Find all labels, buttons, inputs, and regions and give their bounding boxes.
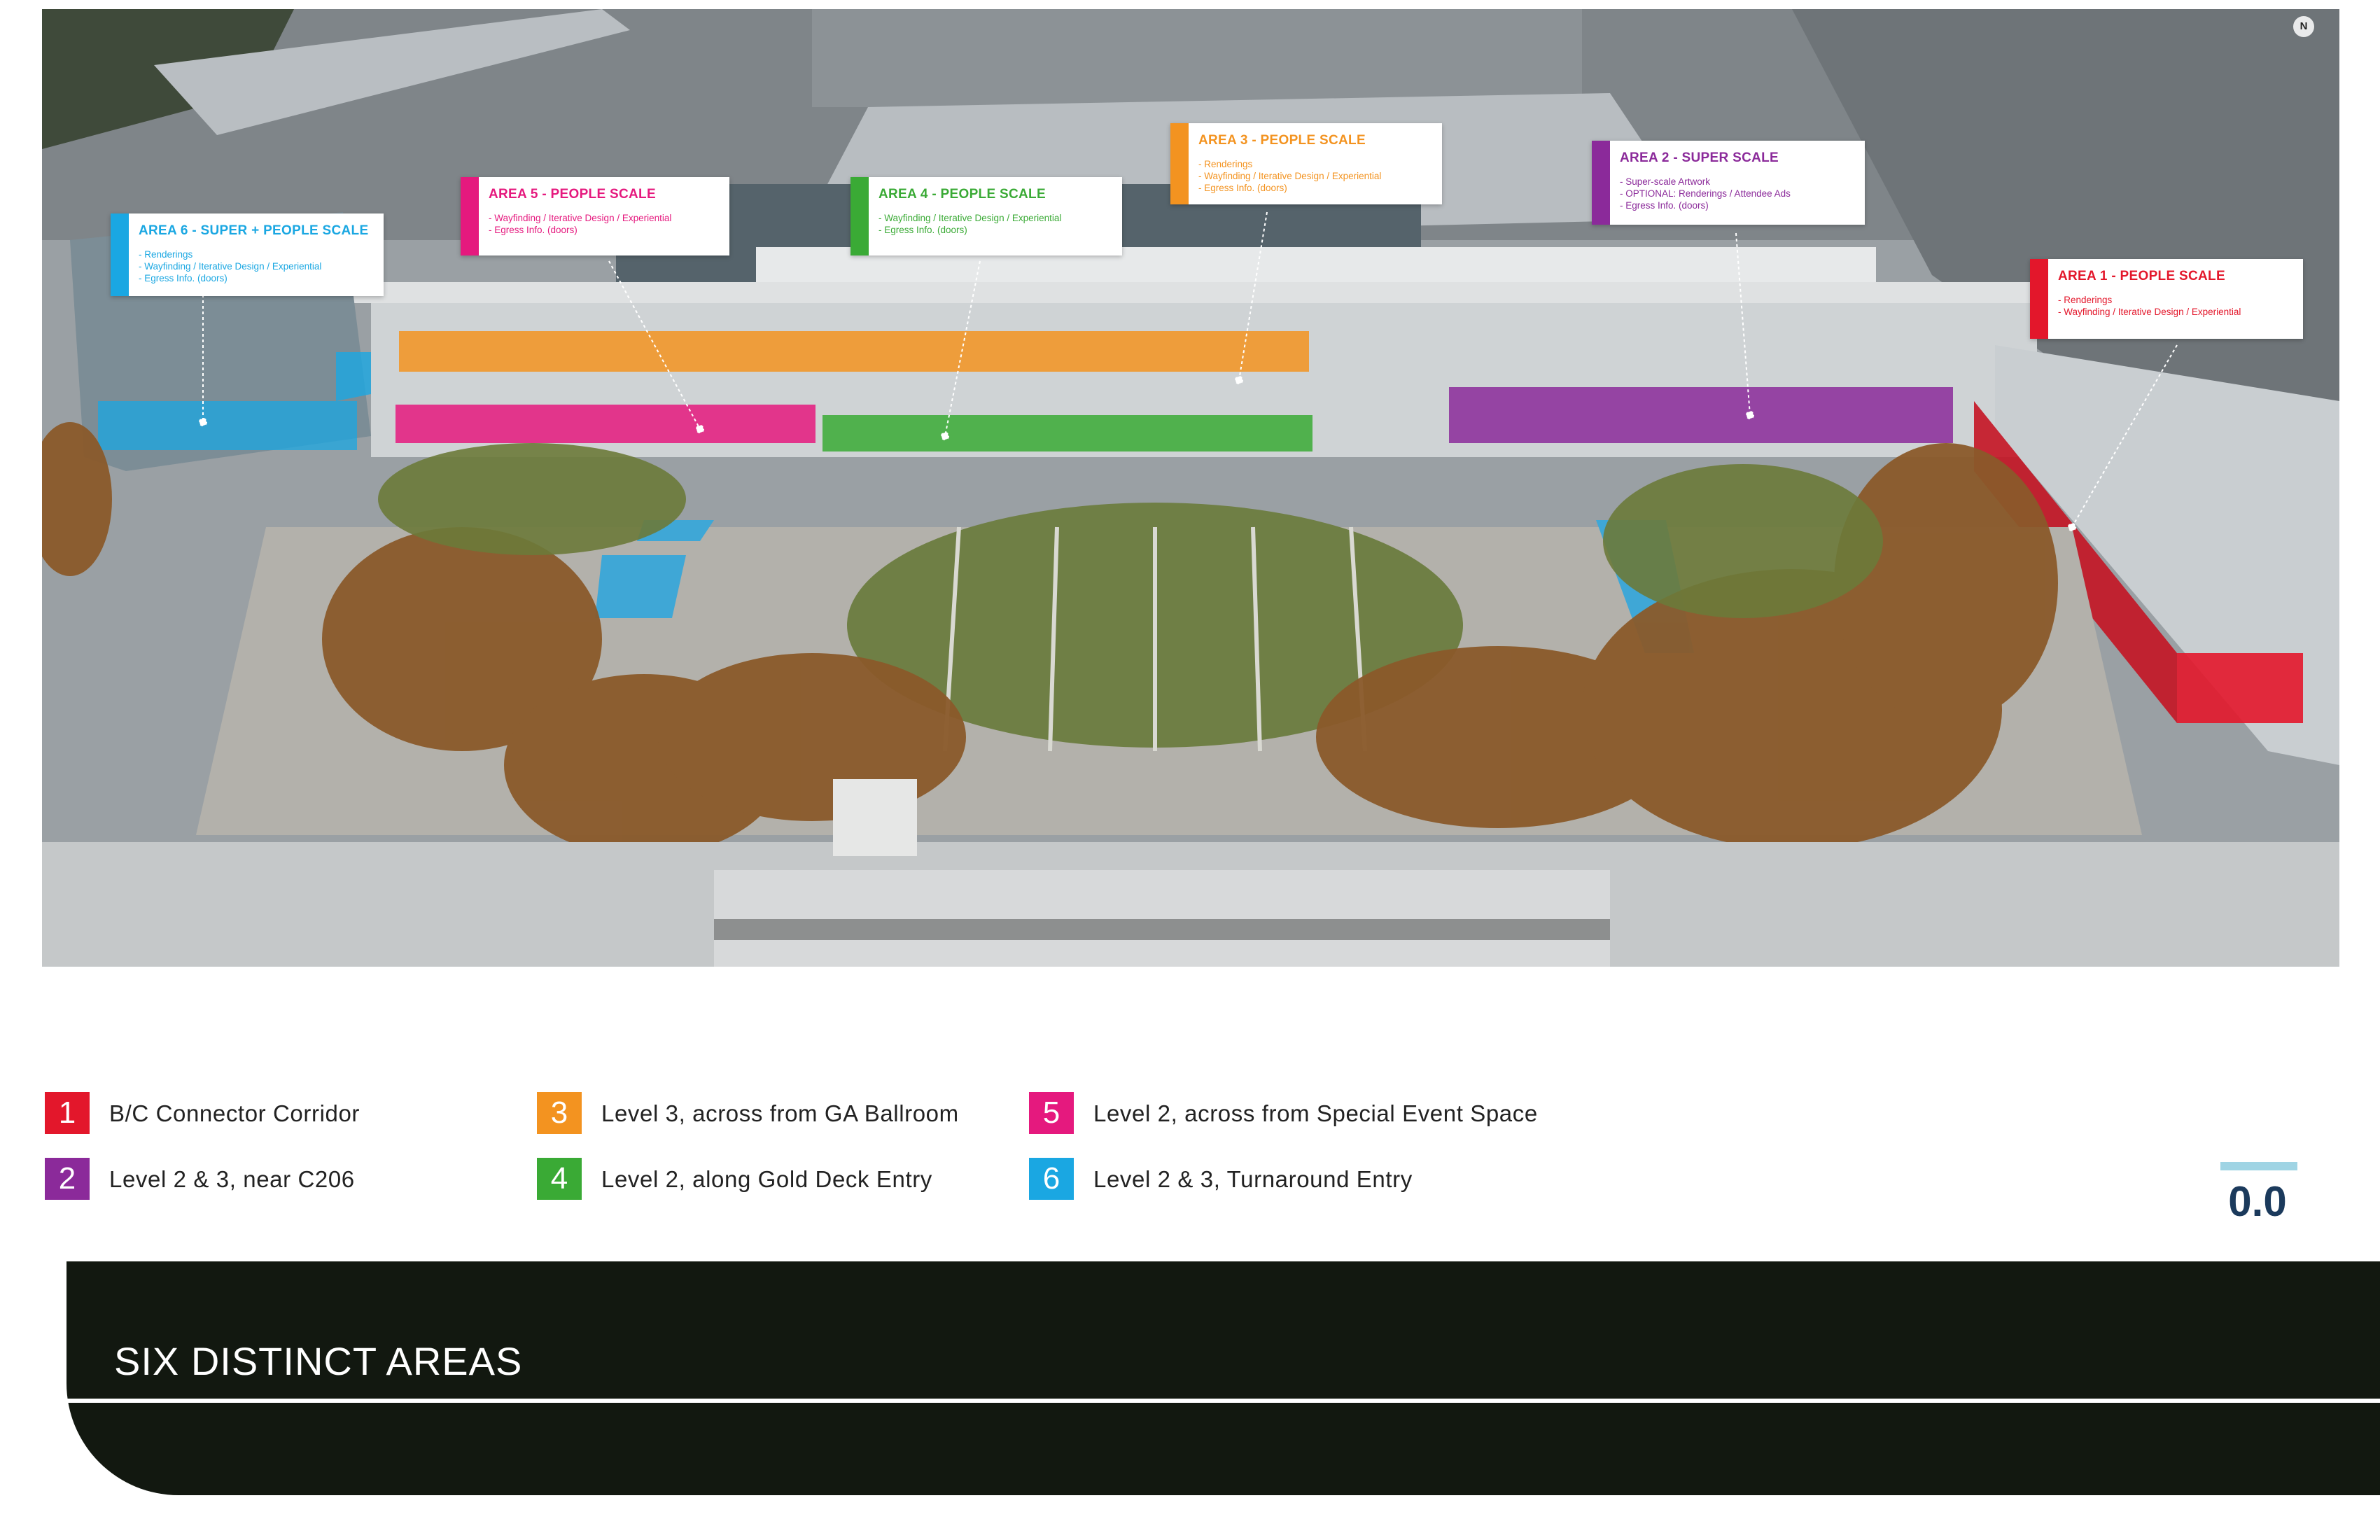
legend-number-badge: 1	[45, 1092, 90, 1134]
callout-title: AREA 3 - PEOPLE SCALE	[1198, 133, 1366, 148]
callout-line: - Wayfinding / Iterative Design / Experi…	[2058, 307, 2241, 317]
area2-highlight	[1449, 387, 1953, 443]
callout-line: - OPTIONAL: Renderings / Attendee Ads	[1620, 188, 1791, 199]
legend-label: Level 2, across from Special Event Space	[1093, 1100, 1538, 1126]
callout-line: - Renderings	[2058, 295, 2113, 305]
area5-color-stripe	[461, 177, 479, 255]
callout-title: AREA 4 - PEOPLE SCALE	[878, 187, 1046, 202]
callout-line: - Wayfinding / Iterative Design / Experi…	[1198, 171, 1382, 181]
callout-title: AREA 6 - SUPER + PEOPLE SCALE	[139, 223, 369, 238]
legend-label: Level 3, across from GA Ballroom	[601, 1100, 959, 1126]
area3-color-stripe	[1170, 123, 1189, 204]
callout-title: AREA 2 - SUPER SCALE	[1620, 150, 1779, 165]
scale-bar	[2220, 1162, 2297, 1170]
legend-number-badge: 3	[537, 1092, 582, 1134]
area6-color-stripe	[111, 214, 129, 296]
page-number: 0.0	[2228, 1178, 2287, 1225]
callout-line: - Wayfinding / Iterative Design / Experi…	[489, 213, 672, 223]
callout-details: - Renderings - Wayfinding / Iterative De…	[2058, 294, 2297, 318]
footer-band: SIX DISTINCT AREAS	[66, 1261, 2380, 1495]
callout-area-5: AREA 5 - PEOPLE SCALE - Wayfinding / Ite…	[461, 177, 729, 255]
callout-details: - Super-scale Artwork - OPTIONAL: Render…	[1620, 176, 1859, 211]
aerial-site-photo: N AREA 6 - SUPER + PEOPLE SCALE - Render…	[42, 9, 2339, 967]
legend-number-badge: 5	[1029, 1092, 1074, 1134]
area4-color-stripe	[850, 177, 869, 255]
callout-details: - Wayfinding / Iterative Design / Experi…	[878, 212, 1116, 236]
callout-area-4: AREA 4 - PEOPLE SCALE - Wayfinding / Ite…	[850, 177, 1122, 255]
section-title: SIX DISTINCT AREAS	[114, 1339, 523, 1383]
area4-highlight	[822, 415, 1312, 451]
callout-title: AREA 1 - PEOPLE SCALE	[2058, 269, 2225, 284]
callout-area-2: AREA 2 - SUPER SCALE - Super-scale Artwo…	[1592, 141, 1865, 225]
area6-highlight	[98, 401, 357, 450]
callout-line: - Super-scale Artwork	[1620, 176, 1711, 187]
legend-number-badge: 4	[537, 1158, 582, 1200]
legend-label: Level 2 & 3, near C206	[109, 1166, 355, 1192]
callout-area-1: AREA 1 - PEOPLE SCALE - Renderings - Way…	[2030, 259, 2303, 339]
callout-line: - Egress Info. (doors)	[1620, 200, 1709, 211]
callout-details: - Wayfinding / Iterative Design / Experi…	[489, 212, 724, 236]
callout-title: AREA 5 - PEOPLE SCALE	[489, 187, 656, 202]
callout-line: - Egress Info. (doors)	[139, 273, 227, 284]
legend-number-badge: 6	[1029, 1158, 1074, 1200]
north-arrow-icon: N	[2293, 16, 2314, 37]
callout-line: - Wayfinding / Iterative Design / Experi…	[878, 213, 1062, 223]
area2-color-stripe	[1592, 141, 1610, 225]
callout-line: - Egress Info. (doors)	[878, 225, 967, 235]
callout-details: - Renderings - Wayfinding / Iterative De…	[1198, 158, 1436, 194]
legend-label: B/C Connector Corridor	[109, 1100, 360, 1126]
callout-line: - Egress Info. (doors)	[1198, 183, 1287, 193]
callout-details: - Renderings - Wayfinding / Iterative De…	[139, 248, 378, 284]
area3-highlight	[399, 331, 1309, 372]
area5-highlight	[396, 405, 816, 443]
callout-line: - Renderings	[139, 249, 193, 260]
legend-label: Level 2, along Gold Deck Entry	[601, 1166, 932, 1192]
callout-line: - Wayfinding / Iterative Design / Experi…	[139, 261, 322, 272]
callout-area-6: AREA 6 - SUPER + PEOPLE SCALE - Renderin…	[111, 214, 384, 296]
legend-number-badge: 2	[45, 1158, 90, 1200]
footer-divider	[66, 1399, 2380, 1403]
area1-color-stripe	[2030, 259, 2048, 339]
callout-area-3: AREA 3 - PEOPLE SCALE - Renderings - Way…	[1170, 123, 1442, 204]
callout-line: - Renderings	[1198, 159, 1253, 169]
callout-line: - Egress Info. (doors)	[489, 225, 578, 235]
legend-label: Level 2 & 3, Turnaround Entry	[1093, 1166, 1413, 1192]
